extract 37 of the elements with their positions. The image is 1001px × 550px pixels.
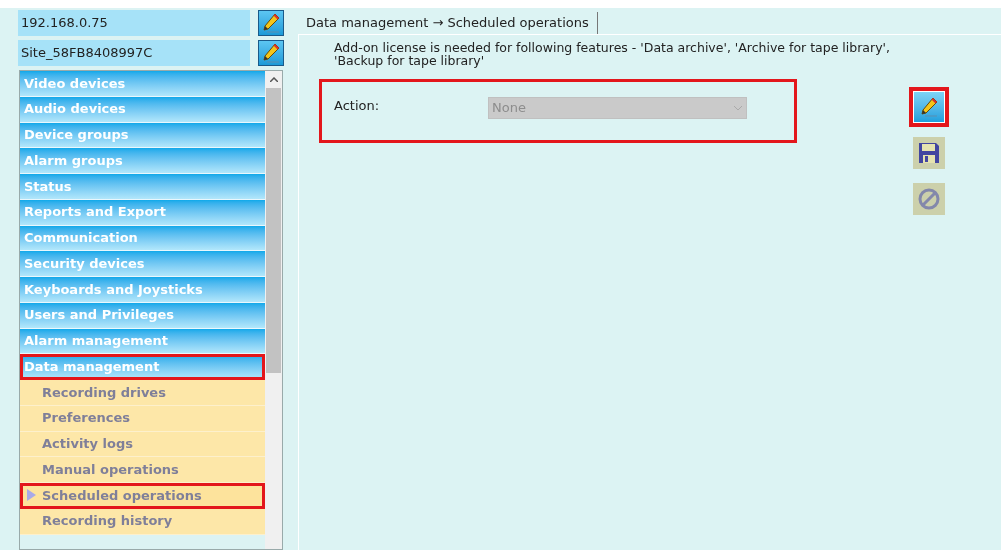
action-label: Action: <box>334 97 381 116</box>
nav-group[interactable]: Reports and Export <box>20 199 265 226</box>
chevron-down-icon <box>733 105 743 111</box>
nav-item-label: Preferences <box>42 409 130 428</box>
nav-group[interactable]: Users and Privileges <box>20 302 265 329</box>
nav-item[interactable]: Activity logs <box>20 431 265 458</box>
nav-item-label: Recording history <box>42 512 173 531</box>
nav-group[interactable]: Audio devices <box>20 96 265 123</box>
nav-group[interactable]: Communication <box>20 225 265 252</box>
nav-group[interactable]: Status <box>20 174 265 200</box>
prohibited-icon <box>917 187 941 211</box>
pencil-icon <box>261 42 281 64</box>
nav-group[interactable]: Device groups <box>20 122 265 149</box>
edit-button[interactable] <box>258 40 284 66</box>
nav-item[interactable]: Manual operations <box>20 457 265 483</box>
nav-item-label: Scheduled operations <box>42 486 202 505</box>
nav-item[interactable]: Preferences <box>20 405 265 432</box>
triangle-icon <box>26 489 36 502</box>
nav-item-label: Recording drives <box>42 383 166 402</box>
scrollbar[interactable] <box>265 71 282 549</box>
nav-item[interactable]: Recording drives <box>20 380 265 406</box>
nav-group[interactable]: Keyboards and Joysticks <box>20 277 265 303</box>
nav-item[interactable]: Recording history <box>20 508 265 535</box>
pencil-icon <box>261 12 281 34</box>
nav-item-label: Activity logs <box>42 435 133 454</box>
text-field[interactable]: Site_58FB8408997C <box>18 40 250 66</box>
nav-group[interactable]: Alarm management <box>20 328 265 355</box>
nav-group[interactable]: Alarm groups <box>20 148 265 174</box>
text-field[interactable]: 192.168.0.75 <box>18 10 250 36</box>
nav-group[interactable]: Data management <box>20 354 265 380</box>
nav-item[interactable]: Scheduled operations <box>20 483 265 509</box>
pencil-icon <box>919 96 939 118</box>
nav-item-label: Manual operations <box>42 460 179 479</box>
license-notice: Add-on license is needed for following features - 'Data archive', 'Archive for tape library', 'Backup for tape library' <box>333 41 891 67</box>
nav-group[interactable]: Security devices <box>20 251 265 277</box>
nav-group[interactable]: Video devices <box>20 71 265 97</box>
edit-button[interactable] <box>258 10 284 36</box>
